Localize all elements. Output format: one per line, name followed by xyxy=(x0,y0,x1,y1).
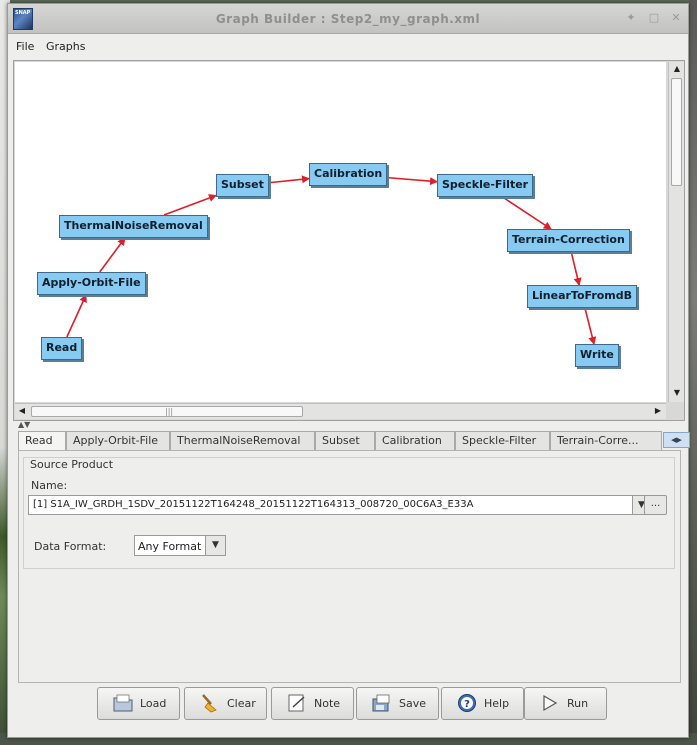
tab-read[interactable]: Read xyxy=(18,431,66,451)
scroll-up-icon[interactable]: ▲ xyxy=(669,64,685,73)
save-icon xyxy=(372,694,390,712)
operator-tabs: Read Apply-Orbit-File ThermalNoiseRemova… xyxy=(18,431,690,451)
node-subset[interactable]: Subset xyxy=(216,174,269,197)
graph-horizontal-scrollbar[interactable]: ◀ ||| ▶ xyxy=(15,403,666,419)
horizontal-scroll-thumb[interactable]: ||| xyxy=(31,406,303,417)
scroll-left-icon[interactable]: ◀ xyxy=(15,406,29,415)
close-icon[interactable]: ✕ xyxy=(670,12,682,24)
maximize-icon[interactable]: □ xyxy=(648,12,660,24)
node-calibration[interactable]: Calibration xyxy=(309,163,388,186)
tab-terrain-correction[interactable]: Terrain-Corre... xyxy=(550,431,662,450)
chevron-down-icon[interactable]: ▼ xyxy=(205,536,225,555)
edge-linear-to-write xyxy=(584,307,597,345)
folder-icon xyxy=(113,694,133,712)
menu-graphs[interactable]: Graphs xyxy=(46,40,85,53)
data-format-value: Any Format xyxy=(138,540,202,553)
data-format-select[interactable]: Any Format ▼ xyxy=(134,535,226,556)
graph-panel: Read Apply-Orbit-File ThermalNoiseRemova… xyxy=(13,60,685,421)
node-linear-to-from-db[interactable]: LinearToFromdB xyxy=(527,285,638,308)
load-label: Load xyxy=(140,697,167,710)
data-format-label: Data Format: xyxy=(34,540,107,553)
edge-thermal-to-subset xyxy=(163,194,217,216)
scroll-grip-icon: ||| xyxy=(165,407,174,416)
scroll-right-icon[interactable]: ▶ xyxy=(651,406,665,415)
save-label: Save xyxy=(399,697,427,710)
source-product-value: [1] S1A_IW_GRDH_1SDV_20151122T164248_201… xyxy=(33,499,474,510)
run-label: Run xyxy=(567,697,589,710)
tab-thermal-noise-removal[interactable]: ThermalNoiseRemoval xyxy=(170,431,315,450)
title-bar[interactable]: SNAP Graph Builder : Step2_my_graph.xml … xyxy=(8,4,688,34)
source-product-title: Source Product xyxy=(30,458,114,471)
clear-label: Clear xyxy=(227,697,256,710)
edge-read-to-apply_orbit xyxy=(66,294,87,338)
node-thermal-noise-removal[interactable]: ThermalNoiseRemoval xyxy=(59,215,208,238)
vertical-scroll-thumb[interactable] xyxy=(671,78,682,186)
pin-icon[interactable]: ✦ xyxy=(625,12,637,24)
note-button[interactable]: Note xyxy=(271,687,354,720)
edge-calibration-to-speckle xyxy=(387,176,438,186)
help-icon: ? xyxy=(458,694,476,712)
help-button[interactable]: ? Help xyxy=(441,687,524,720)
run-button[interactable]: Run xyxy=(524,687,607,720)
edge-subset-to-calibration xyxy=(268,175,310,184)
tab-scroll-arrows-icon[interactable]: ◀▶ xyxy=(663,432,690,448)
name-label: Name: xyxy=(31,479,68,492)
splitter-arrows-icon[interactable]: ▲▼ xyxy=(18,420,30,429)
broom-icon xyxy=(202,694,217,713)
node-read[interactable]: Read xyxy=(41,337,83,360)
read-operator-panel: Source Product Name: [1] S1A_IW_GRDH_1SD… xyxy=(18,450,681,683)
clear-button[interactable]: Clear xyxy=(184,687,267,720)
note-icon xyxy=(288,694,305,712)
node-terrain-correction[interactable]: Terrain-Correction xyxy=(507,229,630,252)
source-product-group: Source Product Name: [1] S1A_IW_GRDH_1SD… xyxy=(23,457,675,569)
menu-file[interactable]: File xyxy=(16,40,34,53)
tab-speckle-filter[interactable]: Speckle-Filter xyxy=(455,431,550,450)
window-title: Graph Builder : Step2_my_graph.xml xyxy=(215,12,481,26)
graph-canvas[interactable]: Read Apply-Orbit-File ThermalNoiseRemova… xyxy=(15,62,666,402)
node-write[interactable]: Write xyxy=(575,344,619,367)
menu-bar: File Graphs xyxy=(8,35,688,57)
help-label: Help xyxy=(484,697,510,710)
graph-vertical-scrollbar[interactable]: ▲ ▼ xyxy=(668,62,684,402)
scroll-down-icon[interactable]: ▼ xyxy=(669,388,685,397)
note-label: Note xyxy=(314,697,341,710)
tab-calibration[interactable]: Calibration xyxy=(375,431,455,450)
tab-apply-orbit-file[interactable]: Apply-Orbit-File xyxy=(66,431,170,450)
node-apply-orbit-file[interactable]: Apply-Orbit-File xyxy=(37,272,146,295)
edge-apply_orbit-to-thermal xyxy=(99,237,126,273)
browse-button[interactable]: ... xyxy=(644,495,667,515)
tab-subset[interactable]: Subset xyxy=(315,431,375,450)
edge-terrain-to-linear xyxy=(570,251,582,286)
save-button[interactable]: Save xyxy=(356,687,439,720)
node-speckle-filter[interactable]: Speckle-Filter xyxy=(437,174,534,197)
play-icon xyxy=(543,694,558,712)
load-button[interactable]: Load xyxy=(97,687,180,720)
svg-text:?: ? xyxy=(464,699,470,710)
source-product-select[interactable]: [1] S1A_IW_GRDH_1SDV_20151122T164248_201… xyxy=(28,495,650,515)
desktop-background-right xyxy=(689,0,697,745)
graph-builder-window: SNAP Graph Builder : Step2_my_graph.xml … xyxy=(7,3,690,738)
edge-speckle-to-terrain xyxy=(502,196,552,230)
